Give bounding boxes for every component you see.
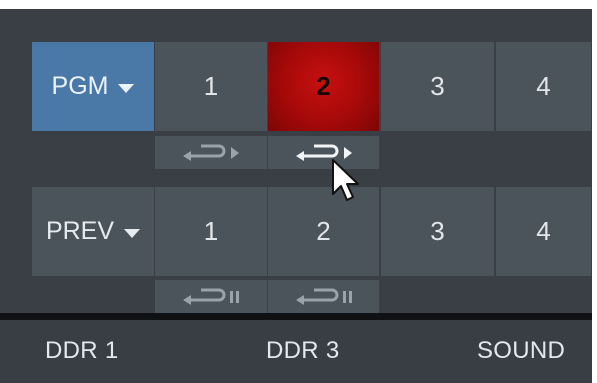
mouse-pointer-icon	[330, 158, 364, 209]
chevron-down-icon	[124, 228, 141, 238]
pgm-loop-toggle-1[interactable]	[155, 136, 268, 169]
loop-play-icon	[179, 142, 243, 164]
prev-button-3[interactable]: 3	[381, 187, 495, 276]
prev-button-4[interactable]: 4	[496, 187, 592, 276]
tab-ddr-3[interactable]: DDR 3	[266, 337, 340, 365]
loop-pause-icon	[292, 286, 356, 308]
tab-ddr-1[interactable]: DDR 1	[45, 337, 119, 365]
screenshot-border-top	[0, 0, 597, 9]
pgm-button-3[interactable]: 3	[381, 42, 495, 131]
pgm-label: PGM	[51, 72, 109, 100]
prev-button-4-label: 4	[536, 216, 551, 246]
pgm-button-2-label: 2	[316, 71, 331, 101]
pgm-button-3-label: 3	[430, 71, 445, 101]
chevron-down-icon	[118, 83, 135, 93]
pgm-button-1-label: 1	[203, 71, 219, 101]
pgm-bus-selector[interactable]: PGM	[32, 42, 154, 131]
prev-button-1[interactable]: 1	[155, 187, 268, 276]
prev-button-1-label: 1	[203, 216, 219, 246]
section-divider	[0, 313, 592, 320]
pgm-button-4[interactable]: 4	[496, 42, 592, 131]
pgm-button-4-label: 4	[536, 71, 551, 101]
prev-button-2-label: 2	[316, 216, 331, 246]
prev-loop-toggle-2[interactable]	[268, 280, 380, 313]
prev-label: PREV	[45, 217, 115, 245]
prev-bus-selector[interactable]: PREV	[32, 187, 154, 276]
screenshot-border-right	[592, 0, 597, 383]
prev-button-3-label: 3	[430, 216, 445, 246]
tab-sound[interactable]: SOUND	[477, 337, 565, 365]
pgm-button-2[interactable]: 2	[268, 42, 380, 131]
pgm-button-1[interactable]: 1	[155, 42, 268, 131]
prev-loop-toggle-1[interactable]	[155, 280, 268, 313]
loop-pause-icon	[179, 286, 243, 308]
